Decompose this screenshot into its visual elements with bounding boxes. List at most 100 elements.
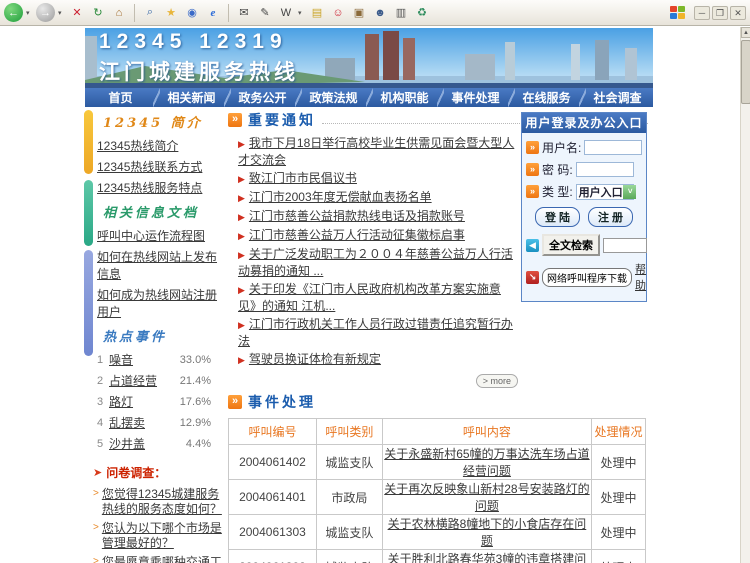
hot-event-link[interactable]: 沙井盖 [109, 435, 145, 452]
hot-event-link[interactable]: 乱摆卖 [109, 414, 145, 431]
username-input[interactable] [584, 140, 642, 155]
sidebar-link-features[interactable]: 12345热线服务特点 [85, 177, 225, 198]
nav-gov-affairs[interactable]: 政务公开 [227, 88, 298, 107]
toolbar-separator [134, 4, 135, 22]
password-input[interactable] [576, 162, 634, 177]
sidebar-link-intro[interactable]: 12345热线简介 [85, 135, 225, 156]
notice-link[interactable]: 关于印发《江门市人民政府机构改革方案实施意见》的通知 江机... [238, 282, 501, 313]
messenger-icon[interactable]: ☺ [329, 4, 347, 22]
favorites-icon[interactable]: ★ [162, 4, 180, 22]
sidebar-link-flowchart[interactable]: 呼叫中心运作流程图 [85, 225, 225, 246]
notices-more-button[interactable]: > more [476, 374, 518, 388]
forward-button[interactable]: → [36, 3, 55, 22]
sidebar-deco-blue [84, 250, 93, 356]
user-type-select[interactable]: 用户入口 ˅ [576, 184, 634, 200]
hot-pct: 4.4% [186, 438, 211, 450]
nav-online-service[interactable]: 在线服务 [511, 88, 582, 107]
call-content-link[interactable]: 关于胜利北路春华苑3幢的违章搭建问题 [388, 552, 587, 563]
sidebar-link-contact[interactable]: 12345热线联系方式 [85, 156, 225, 177]
notice-link[interactable]: 我市下月18日举行高校毕业生供需见面会暨大型人才交流会 [238, 136, 514, 167]
sidebar-intro-title: 12345 简介 [85, 108, 225, 135]
nav-events[interactable]: 事件处理 [440, 88, 511, 107]
login-panel-title: 用户登录及办公入口 [522, 113, 646, 133]
back-dropdown-icon[interactable]: ▾ [26, 9, 33, 17]
scrollbar-thumb[interactable] [741, 40, 750, 104]
scroll-up-button[interactable]: ▲ [741, 27, 750, 38]
word-dropdown-icon[interactable]: ▾ [298, 9, 305, 17]
browser-toolbar: ← ▾ → ▾ ✕ ↻ ⌂ ⌕ ★ ◉ e ✉ ✎ W ▾ ▤ ☺ ▣ ☻ ▥ … [0, 0, 750, 26]
survey-title: 问卷调查： [106, 464, 166, 481]
forward-dropdown-icon[interactable]: ▾ [58, 9, 65, 17]
survey-question-link[interactable]: 您最愿意乘哪种交通工具？ [102, 555, 225, 563]
sidebar-link-publish-info[interactable]: 如何在热线网站上发布信息 [85, 246, 225, 284]
fulltext-search-input[interactable] [603, 238, 647, 253]
register-button[interactable]: 注 册 [588, 207, 633, 227]
lock-icon[interactable]: ▣ [350, 4, 368, 22]
user-type-value: 用户入口 [577, 184, 623, 200]
hot-event-link[interactable]: 路灯 [109, 393, 133, 410]
hot-rank: 5 [97, 438, 109, 450]
type-row: » 类 型: 用户入口 ˅ [526, 183, 642, 200]
minimize-button[interactable]: ─ [694, 6, 710, 20]
survey-question-link[interactable]: 您觉得12345城建服务热线的服务态度如何？ [102, 487, 225, 517]
notice-item: ▶关于印发《江门市人民政府机构改革方案实施意见》的通知 江机... [238, 280, 518, 315]
word-edit-icon[interactable]: W [277, 4, 295, 22]
close-button[interactable]: ✕ [730, 6, 746, 20]
nav-functions[interactable]: 机构职能 [369, 88, 440, 107]
notice-link[interactable]: 驾驶员换证体检有新规定 [249, 352, 381, 366]
notice-link[interactable]: 江门市2003年度无偿献血表扬名单 [249, 190, 432, 204]
browser-window: ← ▾ → ▾ ✕ ↻ ⌂ ⌕ ★ ◉ e ✉ ✎ W ▾ ▤ ☺ ▣ ☻ ▥ … [0, 0, 750, 563]
notice-link[interactable]: 江门市行政机关工作人员行政过错责任追究暂行办法 [238, 317, 513, 348]
call-program-download-button[interactable]: 网络呼叫程序下载 [542, 268, 632, 287]
back-button[interactable]: ← [4, 3, 23, 22]
arrow-left-icon: ◀ [526, 239, 539, 252]
call-content-link[interactable]: 关于永盛新村65幢的万事达洗车场占道经营问题 [384, 447, 589, 478]
bullet-icon: ▶ [238, 193, 245, 203]
history-globe-icon[interactable]: ◉ [183, 4, 201, 22]
vertical-scrollbar[interactable]: ▲ [740, 27, 750, 563]
notice-link[interactable]: 江门市慈善公益万人行活动征集徽标启事 [249, 228, 465, 242]
hot-event-row: 2 占道经营 21.4% [85, 370, 225, 391]
refresh-icon[interactable]: ↻ [89, 4, 107, 22]
call-content-link[interactable]: 关于农林横路8幢地下的小食店存在问题 [388, 517, 587, 548]
survey-question-link[interactable]: 您认为以下哪个市场是管理最好的？ [102, 521, 225, 551]
recycle-icon[interactable]: ♻ [413, 4, 431, 22]
sidebar-link-register[interactable]: 如何成为热线网站注册用户 [85, 284, 225, 322]
hot-rank: 1 [97, 354, 109, 366]
nav-survey[interactable]: 社会调查 [582, 88, 653, 107]
fulltext-search-row: ◀ 全文检索 [526, 234, 642, 256]
notes-icon[interactable]: ▤ [308, 4, 326, 22]
hot-rank: 3 [97, 396, 109, 408]
stop-icon[interactable]: ✕ [68, 4, 86, 22]
hot-event-link[interactable]: 噪音 [109, 351, 133, 368]
arrow-badge-icon: » [526, 185, 539, 198]
bullet-icon: ▶ [238, 355, 245, 365]
hot-event-link[interactable]: 占道经营 [109, 372, 157, 389]
help-link[interactable]: 帮助 [635, 261, 646, 293]
pen-icon[interactable]: ✎ [256, 4, 274, 22]
hot-event-row: 4 乱摆卖 12.9% [85, 412, 225, 433]
nav-home[interactable]: 首页 [85, 88, 156, 107]
ie-icon[interactable]: e [204, 4, 222, 22]
section-arrow-icon: » [228, 395, 242, 409]
hot-events-title: 热点事件 [85, 322, 225, 349]
window-controls: ─ ❐ ✕ [670, 6, 746, 20]
notice-link[interactable]: 江门市慈善公益捐款热线电话及捐款账号 [249, 209, 465, 223]
nav-news[interactable]: 相关新闻 [156, 88, 227, 107]
hot-rank: 4 [97, 417, 109, 429]
hot-event-row: 3 路灯 17.6% [85, 391, 225, 412]
notice-link[interactable]: 关于广泛发动职工为２００４年慈善公益万人行活动募捐的通知 ... [238, 247, 513, 278]
nav-policy[interactable]: 政策法规 [298, 88, 369, 107]
fulltext-search-button[interactable]: 全文检索 [542, 234, 600, 256]
home-icon[interactable]: ⌂ [110, 4, 128, 22]
restore-button[interactable]: ❐ [712, 6, 728, 20]
call-content-link[interactable]: 关于再次反映象山新村28号安装路灯的问题 [384, 482, 589, 513]
search-icon[interactable]: ⌕ [141, 4, 159, 22]
user-icon[interactable]: ☻ [371, 4, 389, 22]
table-row: 2004061402 城监支队 关于永盛新村65幢的万事达洗车场占道经营问题 处… [229, 445, 646, 480]
login-button[interactable]: 登 陆 [535, 207, 580, 227]
book-icon[interactable]: ▥ [392, 4, 410, 22]
notice-link[interactable]: 致江门市市民倡议书 [249, 171, 357, 185]
password-row: » 密 码: [526, 161, 642, 178]
mail-icon[interactable]: ✉ [235, 4, 253, 22]
